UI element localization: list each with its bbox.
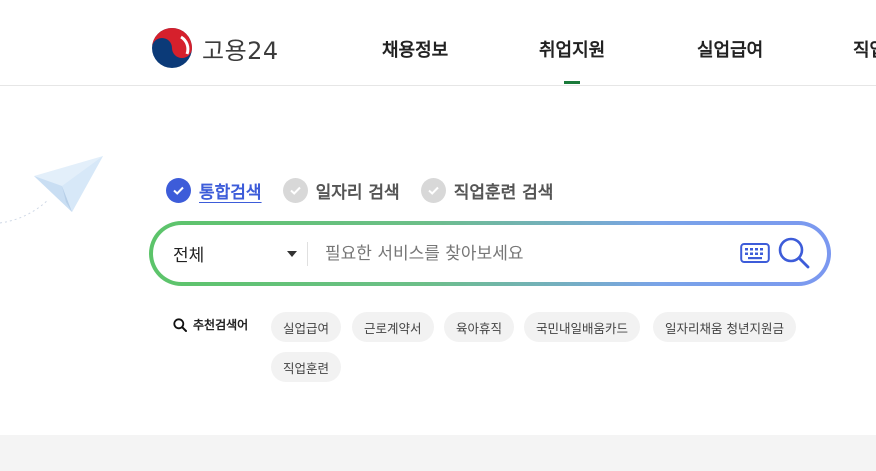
content-section-background xyxy=(0,435,876,471)
recommended-label-text: 추천검색어 xyxy=(193,318,249,332)
scope-selected-value: 전체 xyxy=(173,246,205,266)
paper-plane-icon xyxy=(0,156,103,224)
tab-label: 통합검색 xyxy=(199,183,262,203)
tab-label: 직업훈련 검색 xyxy=(453,183,554,203)
nav-item-unemployment-benefit[interactable]: 실업급여 xyxy=(697,36,763,62)
tab-training-search[interactable]: 직업훈련 검색 xyxy=(420,178,554,203)
logo-text: 고용24 xyxy=(202,36,279,65)
keyword-chip[interactable]: 실업급여 xyxy=(271,312,342,342)
tab-label: 일자리 검색 xyxy=(315,183,400,203)
divider xyxy=(307,242,308,266)
tab-integrated-search[interactable]: 통합검색 xyxy=(166,178,262,203)
site-header: 고용24 채용정보 취업지원 실업급여 직업 xyxy=(0,0,876,86)
search-input[interactable] xyxy=(325,239,725,269)
site-logo[interactable]: 고용24 xyxy=(151,27,279,69)
search-box: 전체 xyxy=(149,221,831,286)
search-icon[interactable] xyxy=(777,236,811,270)
taegeuk-logo-icon xyxy=(152,28,192,68)
keyword-chip[interactable]: 국민내일배움카드 xyxy=(524,312,641,342)
search-scope-select[interactable]: 전체 xyxy=(173,225,303,282)
caret-down-icon xyxy=(287,251,297,257)
search-box-inner: 전체 xyxy=(153,225,827,282)
keyboard-icon[interactable] xyxy=(740,242,770,264)
magnifier-icon xyxy=(173,317,187,332)
nav-item-employment-support[interactable]: 취업지원 xyxy=(539,36,605,84)
recommended-keywords-label: 추천검색어 xyxy=(173,316,248,333)
check-circle-icon xyxy=(166,178,191,203)
tab-job-search[interactable]: 일자리 검색 xyxy=(282,178,400,203)
keyword-chip[interactable]: 근로계약서 xyxy=(352,312,434,342)
nav-item-jobs[interactable]: 채용정보 xyxy=(382,36,448,62)
keyword-chip[interactable]: 직업훈련 xyxy=(271,352,342,382)
search-tabs: 통합검색 일자리 검색 직업훈련 검색 xyxy=(166,178,574,203)
check-circle-icon xyxy=(420,178,446,203)
keyword-chip[interactable]: 육아휴직 xyxy=(444,312,515,342)
check-circle-icon xyxy=(282,178,308,203)
keyword-chip[interactable]: 일자리채움 청년지원금 xyxy=(653,312,796,342)
nav-item-vocational[interactable]: 직업 xyxy=(853,36,876,62)
